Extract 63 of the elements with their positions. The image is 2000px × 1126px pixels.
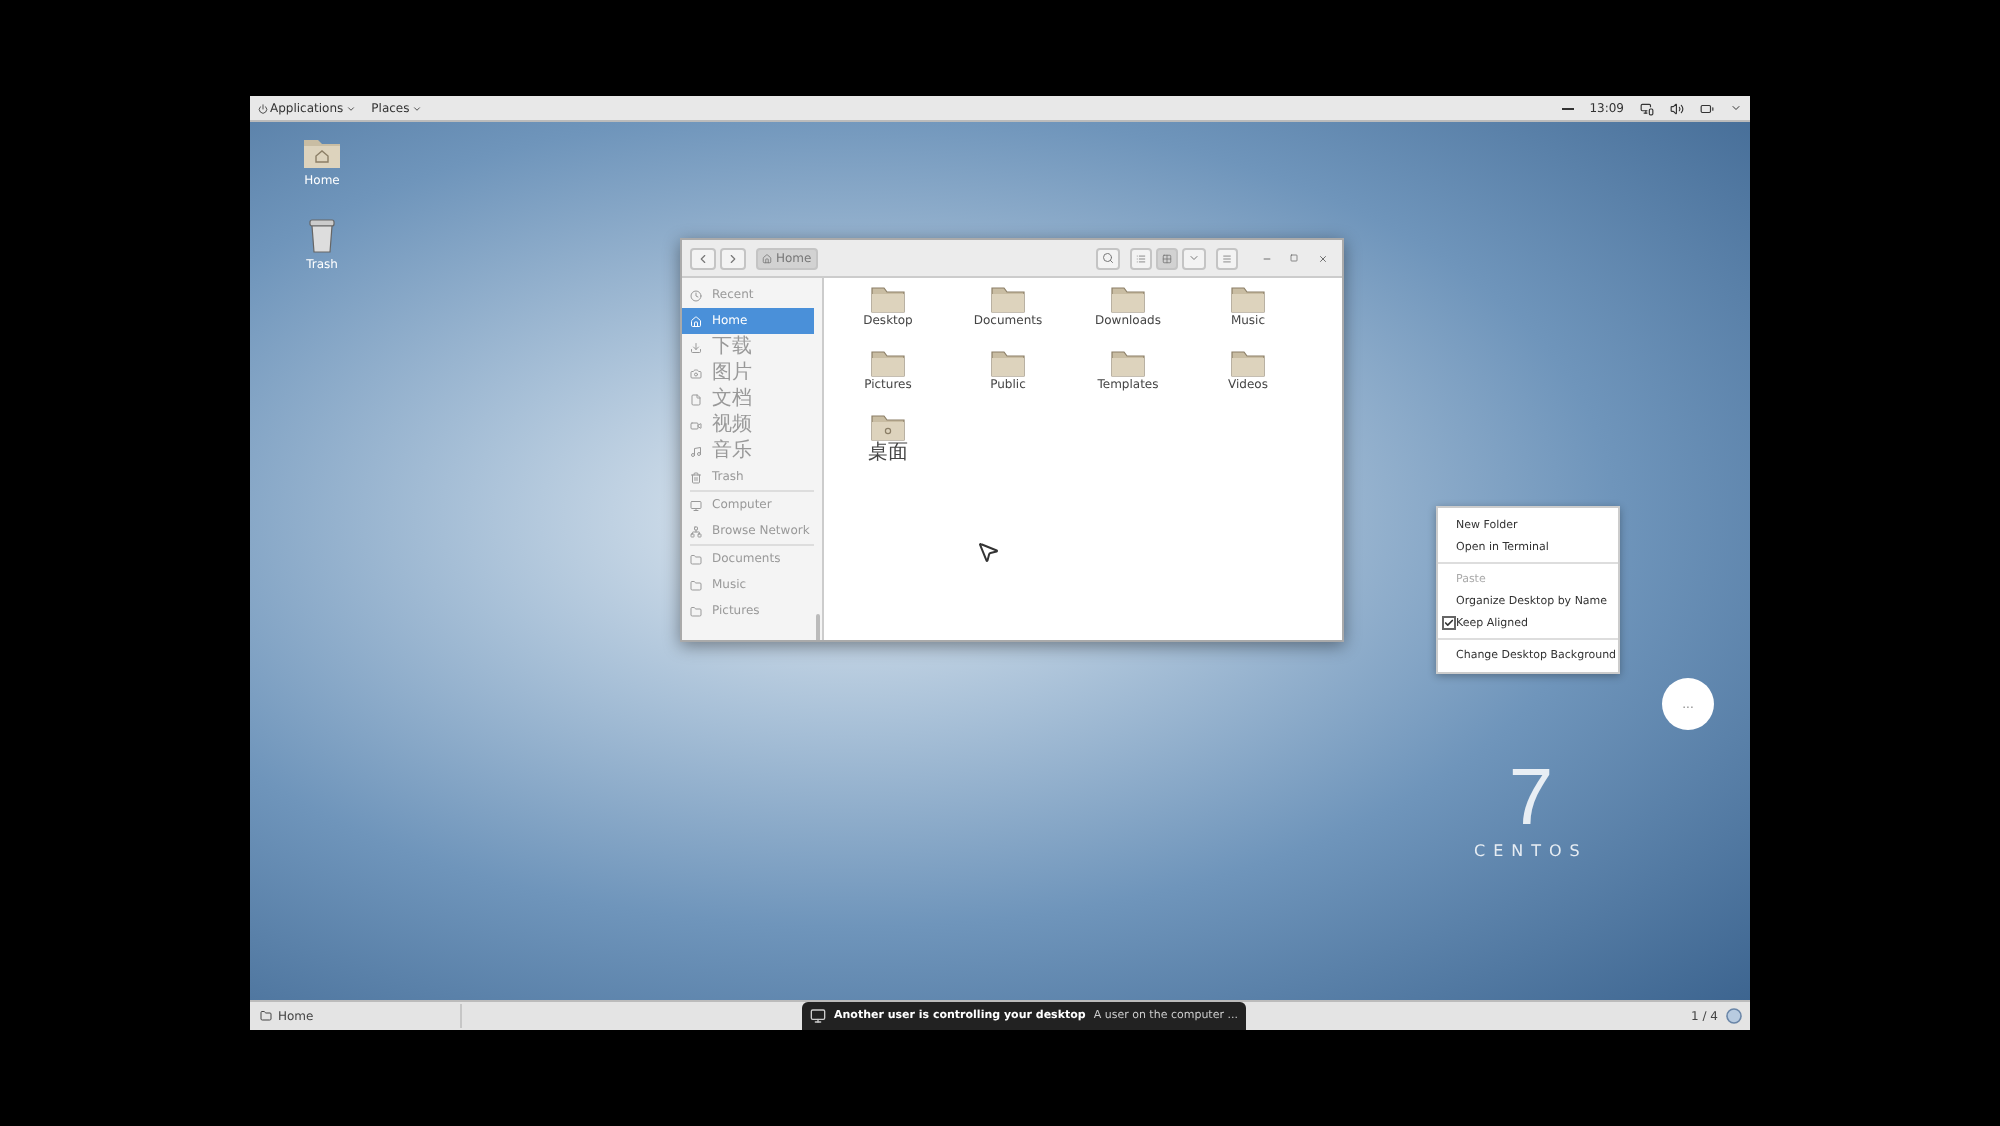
sidebar-item[interactable]: 文档: [682, 386, 814, 412]
clock-icon: [690, 289, 702, 301]
network-icon: [690, 525, 702, 537]
home-folder-icon[interactable]: [302, 138, 342, 170]
trash-icon[interactable]: [308, 218, 336, 254]
monitor-icon: [810, 1008, 826, 1024]
folder-icon: [870, 414, 906, 442]
folder-icon: [990, 286, 1026, 314]
dash-icon: [1561, 107, 1574, 109]
folder-icon: [1110, 286, 1146, 314]
monitor-icon: [690, 499, 702, 511]
file-name: 桌面: [868, 444, 908, 464]
volume-icon[interactable]: [1670, 101, 1684, 115]
grid-icon: [1162, 253, 1172, 263]
caret-icon: [411, 103, 422, 113]
power-icon: [258, 103, 268, 113]
display-icon[interactable]: [1640, 101, 1654, 115]
home-icon: [690, 315, 702, 327]
video-icon: [690, 419, 702, 431]
caret-icon: [345, 103, 356, 113]
list-icon: [1136, 253, 1146, 263]
search-icon: [1102, 252, 1114, 264]
folder-icon: [870, 286, 906, 314]
folder-icon: [990, 350, 1026, 378]
camera-icon: [690, 367, 702, 379]
chevron-left-icon: [696, 251, 710, 265]
menu-button[interactable]: [1216, 247, 1238, 269]
home-icon: [762, 253, 772, 263]
download-icon: [690, 341, 702, 353]
menu-icon: [1222, 253, 1232, 263]
checkbox[interactable]: [1442, 616, 1456, 630]
view-options-button[interactable]: [1182, 247, 1206, 269]
file-icon: [690, 393, 702, 405]
forward-button[interactable]: [720, 247, 746, 269]
logo-text: CENTOS: [1474, 842, 1588, 860]
music-icon: [690, 445, 702, 457]
sidebar-item[interactable]: 下载: [682, 334, 814, 360]
minimize-icon: [1261, 253, 1271, 263]
sidebar-item[interactable]: 视频: [682, 412, 814, 438]
circle-icon[interactable]: [1726, 1008, 1742, 1024]
folder-icon: [1230, 286, 1266, 314]
folder-icon: [1230, 350, 1266, 378]
back-button[interactable]: [690, 247, 716, 269]
logo-number: 7: [1508, 758, 1554, 838]
folder-icon: [690, 579, 702, 591]
trash-icon: [690, 471, 702, 483]
battery-icon[interactable]: [1700, 101, 1714, 115]
sidebar-item[interactable]: 音乐: [682, 438, 814, 464]
grid-view-button[interactable]: [1156, 247, 1178, 269]
list-view-button[interactable]: [1130, 247, 1152, 269]
mouse-pointer-icon: [976, 540, 1000, 564]
chevron-right-icon: [726, 251, 740, 265]
folder-icon: [690, 605, 702, 617]
caret-icon[interactable]: [1730, 102, 1742, 114]
search-button[interactable]: [1096, 247, 1120, 269]
folder-icon: [870, 350, 906, 378]
sidebar-item[interactable]: 图片: [682, 360, 814, 386]
check-icon: [1444, 618, 1454, 628]
folder-icon: [260, 1010, 272, 1022]
folder-icon: [690, 553, 702, 565]
folder-icon: [1110, 350, 1146, 378]
caret-icon: [1188, 252, 1200, 264]
maximize-icon: [1290, 254, 1298, 262]
